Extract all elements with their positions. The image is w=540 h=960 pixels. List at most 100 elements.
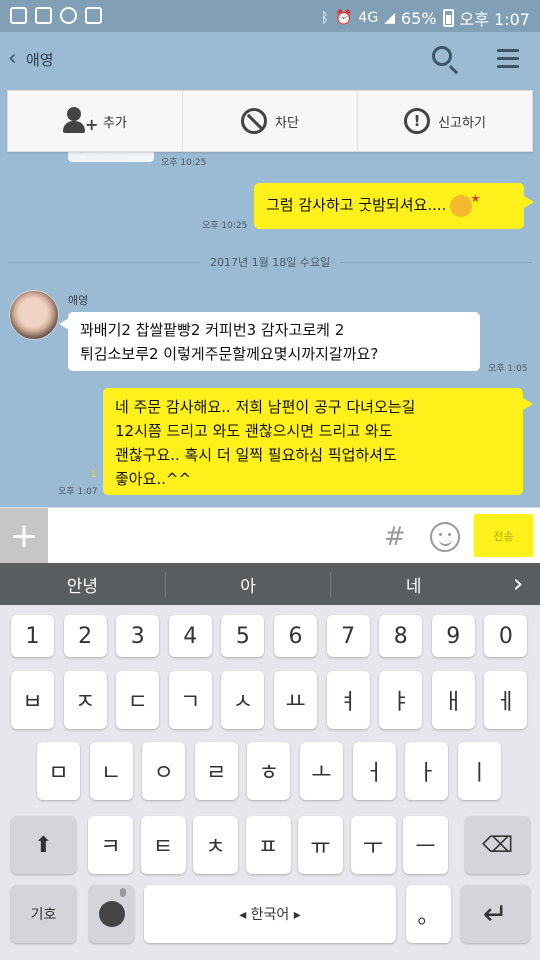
key-5[interactable]: ㅠ xyxy=(298,816,343,874)
incoming-message-bubble[interactable]: 꽈배기2 찹쌀팥빵2 커피번3 감자고로케 2 튀김소보루2 이렇게주문할께요몇… xyxy=(68,312,480,371)
key-7[interactable]: 7 xyxy=(326,615,370,657)
message-text-line: 좋아요..^^ xyxy=(115,470,192,488)
status-right: ᛒ ⏰ 4G ◢ 65% 오후 1:07 xyxy=(321,6,530,30)
status-bar: ᛒ ⏰ 4G ◢ 65% 오후 1:07 xyxy=(0,0,540,32)
key-8[interactable]: ㅑ xyxy=(379,671,423,729)
message-text-line: 튀김소보루2 이렇게주문할께요몇시까지갈까요? xyxy=(80,345,379,363)
unread-count: 1 xyxy=(91,470,97,480)
emoticon-icon[interactable] xyxy=(430,522,460,552)
menu-icon[interactable] xyxy=(497,49,519,69)
battery-icon xyxy=(442,9,454,27)
outgoing-message-bubble[interactable]: 네 주문 감사해요.. 저희 남편이 공구 다녀오는길 12시쯤 드리고 와도 … xyxy=(103,388,523,495)
status-time: 오후 1:07 xyxy=(459,10,530,29)
space-key[interactable]: ◂ 한국어 ▸ xyxy=(144,885,396,943)
signal-icon: ◢ xyxy=(384,10,395,26)
outgoing-message-bubble[interactable]: 그럼 감사하고 굿밤되셔요.... xyxy=(254,183,524,229)
key-5[interactable]: ㅅ xyxy=(221,671,265,729)
report-button[interactable]: ! 신고하기 xyxy=(358,91,532,151)
hashtag-search-icon[interactable]: # xyxy=(384,522,406,552)
block-icon xyxy=(241,108,268,134)
key-9[interactable]: ㅣ xyxy=(457,742,501,800)
alarm-icon: ⏰ xyxy=(334,10,353,26)
clipboard-icon xyxy=(85,7,102,24)
suggestion-item[interactable]: 아 xyxy=(166,571,332,597)
message-time: 오후 10:25 xyxy=(202,221,248,231)
key-5[interactable]: 5 xyxy=(221,615,265,657)
enter-key[interactable]: ↵ xyxy=(461,885,530,943)
key-2[interactable]: ㄴ xyxy=(89,742,133,800)
message-time: 오후 10:25 xyxy=(161,158,207,168)
message-input[interactable] xyxy=(54,516,374,556)
report-label: 신고하기 xyxy=(438,115,486,131)
key-6[interactable]: 6 xyxy=(274,615,317,657)
bluetooth-icon: ᛒ xyxy=(320,10,329,26)
key-5[interactable]: ㅎ xyxy=(247,742,291,800)
moon-emoticon-icon xyxy=(450,187,480,217)
message-text: 그럼 감사하고 굿밤되셔요.... xyxy=(266,196,447,214)
key-4[interactable]: ㄹ xyxy=(194,742,238,800)
chat-header: ‹ 애영 xyxy=(0,32,540,88)
block-button[interactable]: 차단 xyxy=(183,91,358,151)
sender-name: 애영 xyxy=(68,294,89,307)
key-6[interactable]: ㅛ xyxy=(274,671,317,729)
battery-percent: 65% xyxy=(400,8,437,28)
key-2[interactable]: 2 xyxy=(63,615,107,657)
key-4[interactable]: ㅍ xyxy=(245,816,291,874)
send-button[interactable]: 전송 xyxy=(474,514,533,557)
message-text-line: 꽈배기2 찹쌀팥빵2 커피번3 감자고로케 2 xyxy=(80,321,345,339)
shift-key[interactable]: ⬆ xyxy=(11,816,76,874)
key-1[interactable]: ㅂ xyxy=(11,671,54,729)
key-10[interactable]: ㅔ xyxy=(484,671,528,729)
key-7[interactable]: ㅕ xyxy=(326,671,370,729)
key-2[interactable]: ㅌ xyxy=(140,816,186,874)
message-text-line: 네 주문 감사해요.. 저희 남편이 공구 다녀오는길 xyxy=(115,398,416,416)
attach-button[interactable]: + xyxy=(0,508,48,564)
key-9[interactable]: 9 xyxy=(431,615,475,657)
add-user-icon: + xyxy=(63,107,98,135)
key-1[interactable]: ㅁ xyxy=(37,742,80,800)
symbols-key-label: 기호 xyxy=(30,907,57,923)
suggestion-item[interactable]: 안녕 xyxy=(0,571,166,597)
suggestion-item[interactable]: 네 xyxy=(331,572,496,597)
key-6[interactable]: ㅜ xyxy=(350,816,396,874)
key-9[interactable]: ㅐ xyxy=(431,671,475,729)
emoji-key[interactable] xyxy=(89,885,134,943)
key-7[interactable]: ㅡ xyxy=(403,816,448,874)
stranger-action-bar: + 추가 차단 ! 신고하기 xyxy=(7,90,533,152)
key-4[interactable]: 4 xyxy=(168,615,212,657)
profile-avatar[interactable] xyxy=(9,290,59,340)
bubble-tail xyxy=(524,196,534,208)
key-1[interactable]: ㅋ xyxy=(88,816,133,874)
search-icon[interactable] xyxy=(432,46,452,66)
key-3[interactable]: ㅇ xyxy=(142,742,186,800)
block-label: 차단 xyxy=(275,115,299,131)
map-icon xyxy=(35,7,52,24)
key-8[interactable]: 8 xyxy=(379,615,423,657)
key-3[interactable]: ㅊ xyxy=(193,816,238,874)
key-8[interactable]: ㅏ xyxy=(405,742,449,800)
period-key[interactable]: 。 xyxy=(406,885,451,943)
key-4[interactable]: ㄱ xyxy=(168,671,212,729)
key-7[interactable]: ㅓ xyxy=(352,742,396,800)
symbols-key[interactable]: 기호 xyxy=(11,885,76,943)
message-input-bar: + # 전송 xyxy=(0,507,540,564)
message-text-line: 괜찮구요.. 혹시 더 일찍 필요하심 픽업하셔도 xyxy=(115,446,397,464)
suggestion-more-icon[interactable]: › xyxy=(496,569,540,599)
keyboard: 1234567890 ㅂㅈㄷㄱㅅㅛㅕㅑㅐㅔ ㅁㄴㅇㄹㅎㅗㅓㅏㅣ ㅋㅌㅊㅍㅠㅜㅡ … xyxy=(0,605,540,960)
add-friend-button[interactable]: + 추가 xyxy=(8,91,183,151)
alert-icon: ! xyxy=(404,108,431,134)
key-3[interactable]: 3 xyxy=(116,615,160,657)
key-10[interactable]: 0 xyxy=(484,615,528,657)
microphone-icon xyxy=(120,888,126,897)
bubble-tail xyxy=(59,318,69,330)
back-icon[interactable]: ‹ xyxy=(8,46,17,71)
keyboard-suggestion-bar: 안녕 아 네 › xyxy=(0,563,540,605)
key-6[interactable]: ㅗ xyxy=(300,742,343,800)
key-1[interactable]: 1 xyxy=(11,615,54,657)
message-time: 오후 1:07 xyxy=(58,487,98,497)
backspace-key[interactable]: ⌫ xyxy=(465,816,530,874)
add-friend-label: 추가 xyxy=(103,115,127,131)
key-2[interactable]: ㅈ xyxy=(63,671,107,729)
key-3[interactable]: ㄷ xyxy=(116,671,160,729)
status-left-icons xyxy=(10,7,102,24)
